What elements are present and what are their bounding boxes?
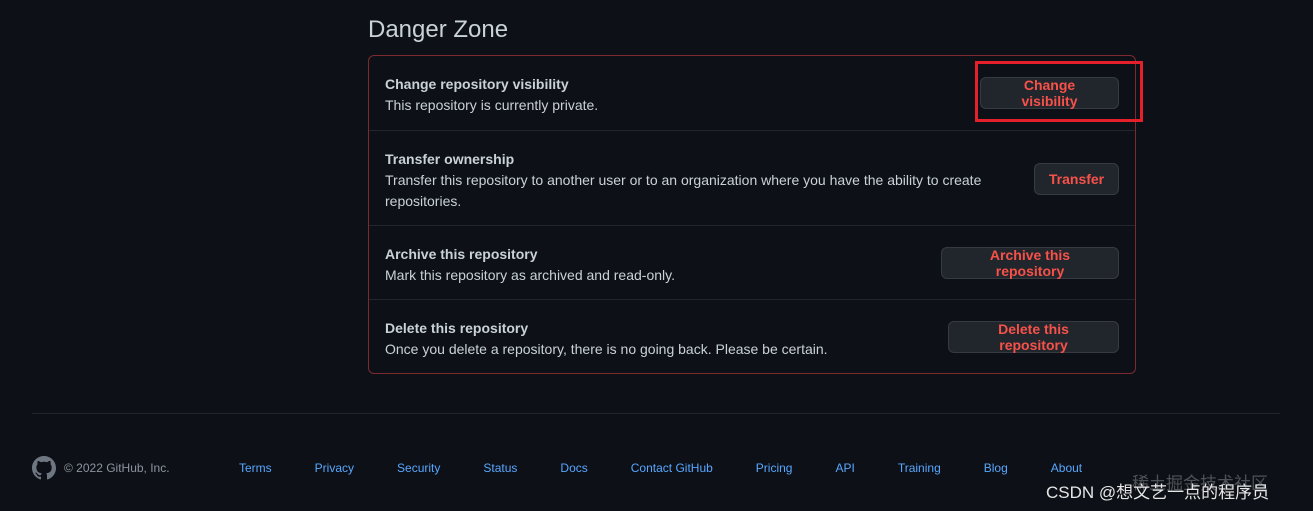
- delete-description: Once you delete a repository, there is n…: [385, 341, 828, 357]
- transfer-row: Transfer ownership Transfer this reposit…: [369, 130, 1135, 225]
- footer-link-status[interactable]: Status: [483, 461, 517, 475]
- footer-link-about[interactable]: About: [1051, 461, 1082, 475]
- transfer-button[interactable]: Transfer: [1034, 163, 1119, 195]
- delete-repository-button[interactable]: Delete this repository: [948, 321, 1119, 353]
- visibility-description: This repository is currently private.: [385, 97, 599, 113]
- archive-repository-button[interactable]: Archive this repository: [941, 247, 1119, 279]
- transfer-heading: Transfer ownership: [385, 151, 515, 167]
- footer-link-docs[interactable]: Docs: [560, 461, 587, 475]
- footer-link-api[interactable]: API: [835, 461, 854, 475]
- footer-link-blog[interactable]: Blog: [984, 461, 1008, 475]
- footer-divider: [32, 413, 1280, 414]
- settings-page: Danger Zone Change repository visibility…: [0, 0, 1313, 511]
- archive-heading: Archive this repository: [385, 246, 538, 262]
- visibility-row: Change repository visibility This reposi…: [369, 56, 1135, 130]
- footer-link-contact[interactable]: Contact GitHub: [631, 461, 713, 475]
- github-mark-icon[interactable]: [32, 456, 56, 480]
- footer-link-training[interactable]: Training: [898, 461, 941, 475]
- archive-description: Mark this repository as archived and rea…: [385, 267, 675, 283]
- delete-heading: Delete this repository: [385, 320, 529, 336]
- archive-text: Archive this repository Mark this reposi…: [385, 245, 1005, 286]
- transfer-description: Transfer this repository to another user…: [385, 172, 982, 209]
- footer-link-pricing[interactable]: Pricing: [756, 461, 793, 475]
- footer-link-terms[interactable]: Terms: [239, 461, 272, 475]
- visibility-heading: Change repository visibility: [385, 76, 569, 92]
- change-visibility-button[interactable]: Change visibility: [980, 77, 1119, 109]
- footer-links: Terms Privacy Security Status Docs Conta…: [239, 455, 1082, 481]
- delete-text: Delete this repository Once you delete a…: [385, 319, 1005, 360]
- footer-link-privacy[interactable]: Privacy: [315, 461, 354, 475]
- visibility-text: Change repository visibility This reposi…: [385, 75, 1005, 116]
- danger-zone-box: Change repository visibility This reposi…: [368, 55, 1136, 374]
- archive-row: Archive this repository Mark this reposi…: [369, 225, 1135, 299]
- delete-row: Delete this repository Once you delete a…: [369, 299, 1135, 373]
- transfer-text: Transfer ownership Transfer this reposit…: [385, 150, 1005, 212]
- footer-link-security[interactable]: Security: [397, 461, 440, 475]
- copyright-text: © 2022 GitHub, Inc.: [64, 461, 170, 475]
- danger-zone-title: Danger Zone: [368, 16, 509, 43]
- watermark: CSDN @想文艺一点的程序员: [1046, 483, 1270, 502]
